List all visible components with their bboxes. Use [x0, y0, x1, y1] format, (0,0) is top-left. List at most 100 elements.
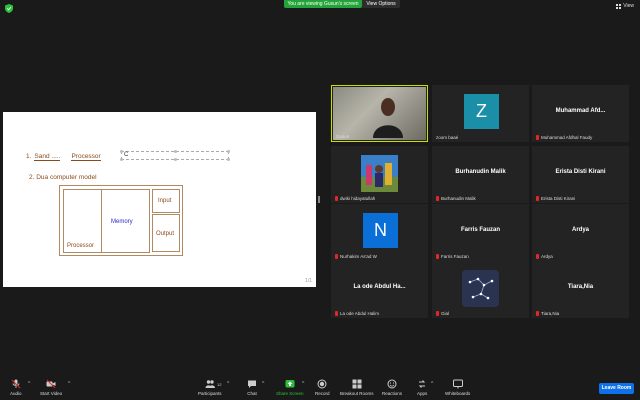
participant-tile[interactable]: N Nurhakim As'ad W: [331, 204, 428, 261]
view-button[interactable]: View: [616, 3, 634, 9]
mic-muted-icon: [536, 254, 539, 259]
participant-caption: zoom baaé: [436, 135, 458, 140]
resize-handle[interactable]: [174, 150, 177, 153]
start-video-button[interactable]: Start Video: [40, 379, 62, 396]
video-off-icon: [46, 379, 56, 389]
participant-name-label: Farris Fauzan: [441, 254, 469, 259]
viewing-screen-banner: You are viewing Gusun's screen: [284, 0, 362, 8]
participant-caption: Erista Disti Kirani: [536, 196, 575, 201]
mic-muted-icon: [335, 311, 338, 316]
audio-label: Audio: [10, 391, 22, 396]
participant-display-name: Ardya: [571, 227, 589, 233]
participant-name-label: Gusun: [336, 134, 350, 139]
record-button[interactable]: Record: [315, 379, 330, 396]
slide-text-box[interactable]: C: [120, 150, 230, 161]
participant-display-name: Burhanudin Malik: [455, 169, 506, 175]
participant-caption: dwiki hidayatullah: [335, 196, 375, 201]
start-video-label: Start Video: [40, 391, 63, 396]
page-indicator: 1/1: [305, 278, 312, 284]
mic-muted-icon: [436, 196, 439, 201]
processor-box: Processor: [63, 189, 102, 253]
participant-caption: Tiara,Nia: [536, 311, 559, 316]
participant-caption: Ardya: [536, 254, 553, 259]
grid-view-icon: [616, 3, 622, 9]
audio-options-caret[interactable]: ^: [28, 381, 30, 387]
video-options-caret[interactable]: ^: [68, 381, 70, 387]
whiteboards-label: Whiteboards: [445, 391, 471, 396]
avatar-photo: [361, 155, 398, 192]
reactions-label: Reactions: [382, 391, 403, 396]
participant-name-label: dwiki hidayatullah: [340, 196, 376, 201]
line1-sand: Sand .....: [34, 153, 61, 161]
output-box: Output: [152, 214, 180, 252]
processor-label: Processor: [67, 243, 95, 249]
memory-label: Memory: [111, 219, 133, 225]
chat-icon: [248, 380, 256, 388]
line1-processor: Processor: [71, 153, 101, 161]
participant-tile[interactable]: Ardya Ardya: [532, 204, 629, 261]
input-label: Input: [158, 198, 172, 204]
resize-handle[interactable]: [227, 150, 230, 153]
breakout-rooms-button[interactable]: Breakout Rooms: [340, 379, 374, 396]
participant-name-label: Erista Disti Kirani: [541, 196, 576, 201]
slide-line-2: 2. Dua computer model: [29, 174, 97, 181]
mic-muted-icon: [11, 379, 21, 389]
participant-name-label: La ode Abdul Halim: [340, 311, 380, 316]
participant-tile[interactable]: Burhanudin Malik Burhanudin Malik: [432, 146, 529, 203]
view-label: View: [623, 3, 634, 9]
reactions-button[interactable]: Reactions: [382, 379, 402, 396]
mic-muted-icon: [436, 254, 439, 259]
resize-handle[interactable]: [174, 158, 177, 161]
participant-tile[interactable]: Gial: [432, 261, 529, 318]
participant-caption: Gial: [436, 311, 449, 316]
participant-caption: La ode Abdul Halim: [335, 311, 379, 316]
view-options-button[interactable]: View Options: [362, 0, 400, 8]
avatar-letter-icon: N: [363, 213, 398, 248]
apps-button[interactable]: Apps: [417, 379, 427, 396]
participants-caret[interactable]: ^: [227, 381, 229, 387]
audio-button[interactable]: Audio: [10, 379, 22, 396]
breakout-rooms-label: Breakout Rooms: [340, 391, 374, 396]
mic-muted-icon: [335, 196, 338, 201]
split-drag-handle[interactable]: [318, 196, 320, 203]
mic-muted-icon: [436, 311, 439, 316]
participant-name-label: zoom baaé: [436, 135, 459, 140]
participant-display-name: Erista Disti Kirani: [555, 169, 606, 175]
participant-tile[interactable]: Tiara,Nia Tiara,Nia: [532, 261, 629, 318]
constellation-avatar-icon: [462, 270, 499, 307]
chat-caret[interactable]: ^: [262, 381, 264, 387]
participant-tile[interactable]: Erista Disti Kirani Erista Disti Kirani: [532, 146, 629, 203]
participants-count: 12: [217, 382, 222, 387]
line1-number: 1.: [26, 153, 32, 160]
participant-tile[interactable]: La ode Abdul Ha... La ode Abdul Halim: [331, 261, 428, 318]
resize-handle[interactable]: [120, 158, 123, 161]
avatar-letter-icon: Z: [464, 94, 499, 129]
shared-screen: 1. Sand ..... Processor C 2. Dua compute…: [3, 112, 316, 287]
participant-caption: Farris Fauzan: [436, 254, 469, 259]
participant-name-label: Muhammad Afdhal Faudy: [541, 135, 593, 140]
memory-box: Memory: [101, 189, 150, 253]
participant-tile[interactable]: Muhammad Afd... Muhammad Afdhal Faudy: [532, 85, 629, 142]
share-caret[interactable]: ^: [302, 381, 304, 387]
participant-caption: Muhammad Afdhal Faudy: [536, 135, 592, 140]
share-screen-button[interactable]: Share Screen: [276, 379, 304, 396]
computer-model-diagram: Processor Memory Input Output: [59, 185, 183, 256]
chat-label: Chat: [247, 391, 257, 396]
participant-tile[interactable]: Farris Fauzan Farris Fauzan: [432, 204, 529, 261]
participant-tile[interactable]: dwiki hidayatullah: [331, 146, 428, 203]
leave-room-button[interactable]: Leave Room: [599, 383, 634, 394]
resize-handle[interactable]: [227, 158, 230, 161]
participant-person-image: [373, 98, 403, 138]
mic-muted-icon: [536, 311, 539, 316]
chat-button[interactable]: Chat: [247, 379, 257, 396]
participant-name-label: Burhanudin Malik: [441, 196, 476, 201]
textbox-text: C: [124, 152, 129, 158]
resize-handle[interactable]: [120, 150, 123, 153]
whiteboards-button[interactable]: Whiteboards: [445, 379, 470, 396]
participant-tile[interactable]: Zzoom baaé: [432, 85, 529, 142]
apps-caret[interactable]: ^: [431, 381, 433, 387]
participant-caption: Burhanudin Malik: [436, 196, 476, 201]
security-shield-icon[interactable]: [5, 4, 13, 13]
participant-name-label: Tiara,Nia: [541, 311, 560, 316]
participant-tile[interactable]: Gusun: [331, 85, 428, 142]
